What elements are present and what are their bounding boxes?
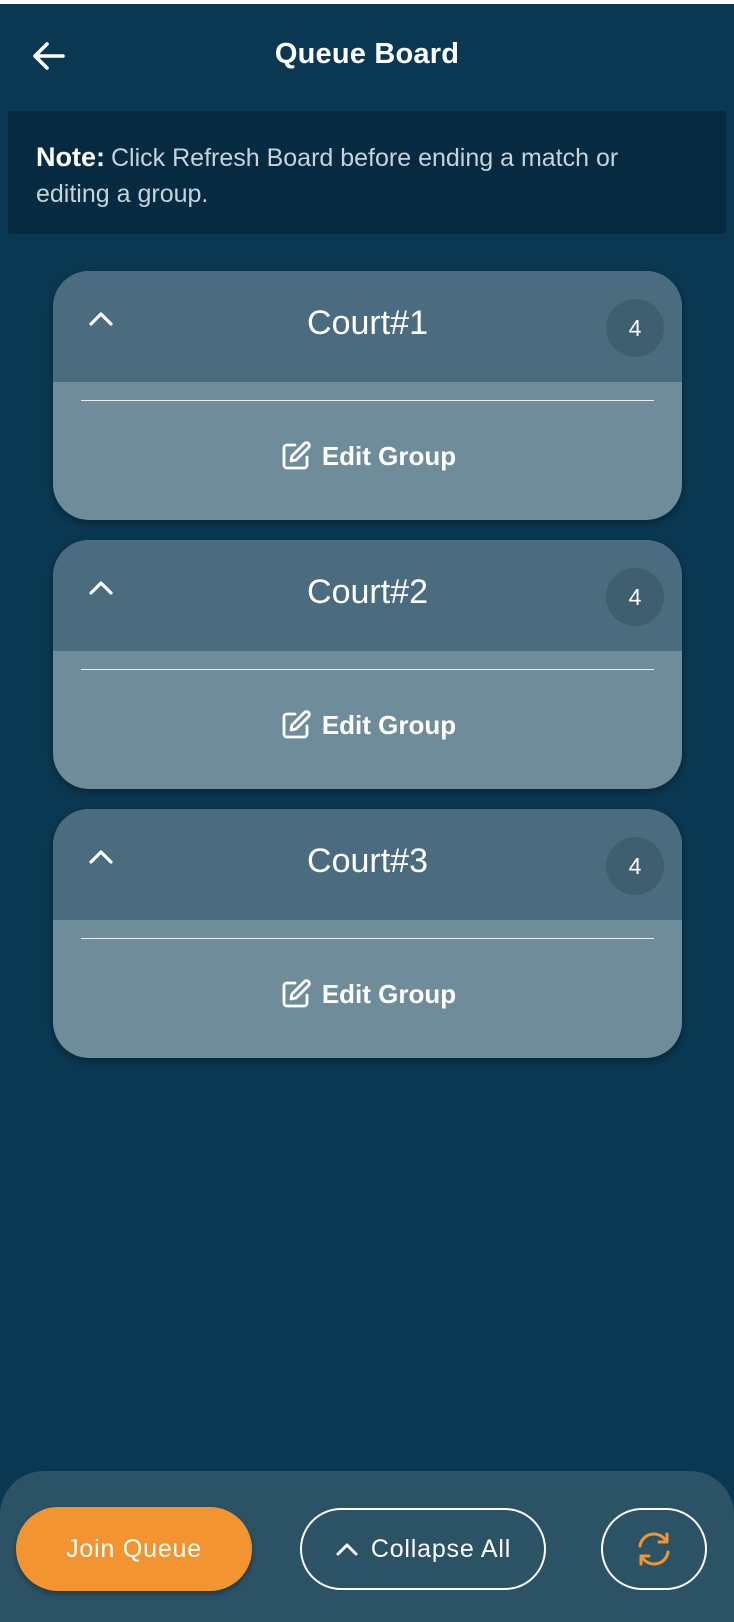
edit-group-label: Edit Group [321,978,457,1009]
divider [81,400,654,401]
edit-group-button[interactable]: Edit Group [253,969,483,1019]
note-label: Note: [36,142,105,172]
queue-board-screen: Queue Board Note: Click Refresh Board bef… [0,0,734,1622]
edit-group-label: Edit Group [321,440,457,471]
note-banner: Note: Click Refresh Board before ending a… [8,111,726,234]
refresh-icon [638,1532,670,1566]
court-card-header[interactable]: Court#2 4 [53,540,682,651]
edit-icon [282,979,311,1008]
chevron-up-icon [336,1543,358,1555]
divider [81,938,654,939]
page-title: Queue Board [274,38,460,70]
player-count-badge: 4 [606,568,664,626]
bottom-action-bar: Join Queue Collapse All [0,1471,734,1622]
join-queue-button[interactable]: Join Queue [16,1507,252,1591]
collapse-all-button[interactable]: Collapse All [300,1508,546,1590]
edit-group-button[interactable]: Edit Group [253,431,483,481]
court-name: Court#2 [307,573,428,611]
collapse-all-label: Collapse All [370,1534,512,1563]
edit-group-label: Edit Group [321,709,457,740]
refresh-board-button[interactable] [601,1508,707,1590]
court-card-3: Court#3 4 Edit Group [53,809,682,1058]
edit-icon [282,441,311,470]
header: Queue Board [0,8,734,106]
edit-icon [282,710,311,739]
court-name: Court#1 [307,304,428,342]
court-card-header[interactable]: Court#1 4 [53,271,682,382]
note-text: Click Refresh Board before ending a matc… [36,144,619,208]
edit-group-button[interactable]: Edit Group [253,700,483,750]
court-name: Court#3 [307,842,428,880]
player-count-badge: 4 [606,299,664,357]
court-card-2: Court#2 4 Edit Group [53,540,682,789]
court-card-1: Court#1 4 Edit Group [53,271,682,520]
court-card-header[interactable]: Court#3 4 [53,809,682,920]
divider [81,669,654,670]
player-count-badge: 4 [606,837,664,895]
